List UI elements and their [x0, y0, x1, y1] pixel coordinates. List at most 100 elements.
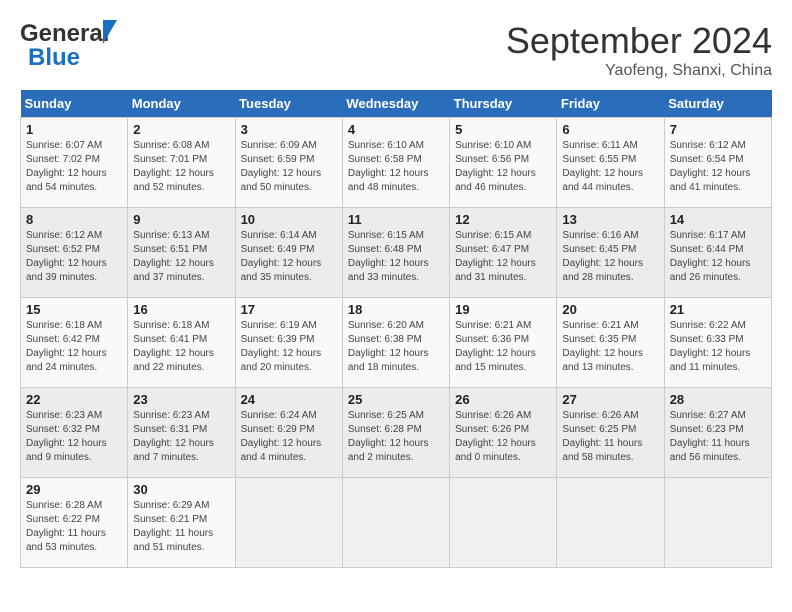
day-number: 26 [455, 392, 551, 407]
header-friday: Friday [557, 90, 664, 118]
day-number: 17 [241, 302, 337, 317]
calendar-cell: 27 Sunrise: 6:26 AMSunset: 6:25 PMDaylig… [557, 388, 664, 478]
calendar-table: SundayMondayTuesdayWednesdayThursdayFrid… [20, 90, 772, 568]
day-number: 20 [562, 302, 658, 317]
calendar-cell: 16 Sunrise: 6:18 AMSunset: 6:41 PMDaylig… [128, 298, 235, 388]
calendar-cell: 20 Sunrise: 6:21 AMSunset: 6:35 PMDaylig… [557, 298, 664, 388]
day-detail: Sunrise: 6:08 AMSunset: 7:01 PMDaylight:… [133, 140, 214, 193]
logo: General Blue [20, 20, 113, 72]
day-detail: Sunrise: 6:18 AMSunset: 6:42 PMDaylight:… [26, 320, 107, 373]
calendar-week-row: 15 Sunrise: 6:18 AMSunset: 6:42 PMDaylig… [21, 298, 772, 388]
calendar-cell: 3 Sunrise: 6:09 AMSunset: 6:59 PMDayligh… [235, 118, 342, 208]
day-detail: Sunrise: 6:20 AMSunset: 6:38 PMDaylight:… [348, 320, 429, 373]
calendar-cell: 19 Sunrise: 6:21 AMSunset: 6:36 PMDaylig… [450, 298, 557, 388]
day-detail: Sunrise: 6:19 AMSunset: 6:39 PMDaylight:… [241, 320, 322, 373]
calendar-cell: 11 Sunrise: 6:15 AMSunset: 6:48 PMDaylig… [342, 208, 449, 298]
calendar-cell [235, 478, 342, 568]
calendar-cell: 26 Sunrise: 6:26 AMSunset: 6:26 PMDaylig… [450, 388, 557, 478]
calendar-week-row: 1 Sunrise: 6:07 AMSunset: 7:02 PMDayligh… [21, 118, 772, 208]
calendar-cell: 30 Sunrise: 6:29 AMSunset: 6:21 PMDaylig… [128, 478, 235, 568]
day-number: 25 [348, 392, 444, 407]
calendar-cell: 5 Sunrise: 6:10 AMSunset: 6:56 PMDayligh… [450, 118, 557, 208]
calendar-cell: 25 Sunrise: 6:25 AMSunset: 6:28 PMDaylig… [342, 388, 449, 478]
day-detail: Sunrise: 6:11 AMSunset: 6:55 PMDaylight:… [562, 140, 643, 193]
logo-general: General [20, 20, 109, 47]
day-detail: Sunrise: 6:23 AMSunset: 6:31 PMDaylight:… [133, 410, 214, 463]
calendar-cell: 14 Sunrise: 6:17 AMSunset: 6:44 PMDaylig… [664, 208, 771, 298]
day-detail: Sunrise: 6:26 AMSunset: 6:26 PMDaylight:… [455, 410, 536, 463]
calendar-cell: 6 Sunrise: 6:11 AMSunset: 6:55 PMDayligh… [557, 118, 664, 208]
day-detail: Sunrise: 6:25 AMSunset: 6:28 PMDaylight:… [348, 410, 429, 463]
logo-blue: Blue [28, 44, 80, 72]
day-detail: Sunrise: 6:27 AMSunset: 6:23 PMDaylight:… [670, 410, 750, 463]
calendar-cell: 9 Sunrise: 6:13 AMSunset: 6:51 PMDayligh… [128, 208, 235, 298]
day-detail: Sunrise: 6:10 AMSunset: 6:56 PMDaylight:… [455, 140, 536, 193]
day-number: 3 [241, 122, 337, 137]
calendar-cell [664, 478, 771, 568]
day-detail: Sunrise: 6:14 AMSunset: 6:49 PMDaylight:… [241, 230, 322, 283]
day-number: 19 [455, 302, 551, 317]
day-detail: Sunrise: 6:15 AMSunset: 6:48 PMDaylight:… [348, 230, 429, 283]
calendar-cell: 24 Sunrise: 6:24 AMSunset: 6:29 PMDaylig… [235, 388, 342, 478]
day-number: 22 [26, 392, 122, 407]
day-number: 10 [241, 212, 337, 227]
day-number: 15 [26, 302, 122, 317]
day-detail: Sunrise: 6:21 AMSunset: 6:36 PMDaylight:… [455, 320, 536, 373]
calendar-cell: 22 Sunrise: 6:23 AMSunset: 6:32 PMDaylig… [21, 388, 128, 478]
day-number: 14 [670, 212, 766, 227]
day-number: 12 [455, 212, 551, 227]
day-number: 6 [562, 122, 658, 137]
day-number: 9 [133, 212, 229, 227]
calendar-cell: 13 Sunrise: 6:16 AMSunset: 6:45 PMDaylig… [557, 208, 664, 298]
day-detail: Sunrise: 6:10 AMSunset: 6:58 PMDaylight:… [348, 140, 429, 193]
day-detail: Sunrise: 6:21 AMSunset: 6:35 PMDaylight:… [562, 320, 643, 373]
calendar-cell [450, 478, 557, 568]
day-number: 7 [670, 122, 766, 137]
day-number: 16 [133, 302, 229, 317]
day-number: 2 [133, 122, 229, 137]
day-number: 4 [348, 122, 444, 137]
day-detail: Sunrise: 6:07 AMSunset: 7:02 PMDaylight:… [26, 140, 107, 193]
day-detail: Sunrise: 6:13 AMSunset: 6:51 PMDaylight:… [133, 230, 214, 283]
calendar-week-row: 8 Sunrise: 6:12 AMSunset: 6:52 PMDayligh… [21, 208, 772, 298]
day-detail: Sunrise: 6:26 AMSunset: 6:25 PMDaylight:… [562, 410, 642, 463]
day-number: 5 [455, 122, 551, 137]
day-number: 29 [26, 482, 122, 497]
header-saturday: Saturday [664, 90, 771, 118]
calendar-cell: 28 Sunrise: 6:27 AMSunset: 6:23 PMDaylig… [664, 388, 771, 478]
day-number: 24 [241, 392, 337, 407]
calendar-cell: 2 Sunrise: 6:08 AMSunset: 7:01 PMDayligh… [128, 118, 235, 208]
day-number: 1 [26, 122, 122, 137]
month-title: September 2024 [506, 20, 772, 62]
day-number: 21 [670, 302, 766, 317]
calendar-cell: 4 Sunrise: 6:10 AMSunset: 6:58 PMDayligh… [342, 118, 449, 208]
day-detail: Sunrise: 6:24 AMSunset: 6:29 PMDaylight:… [241, 410, 322, 463]
calendar-cell: 23 Sunrise: 6:23 AMSunset: 6:31 PMDaylig… [128, 388, 235, 478]
day-detail: Sunrise: 6:12 AMSunset: 6:52 PMDaylight:… [26, 230, 107, 283]
day-detail: Sunrise: 6:28 AMSunset: 6:22 PMDaylight:… [26, 500, 106, 553]
calendar-cell: 12 Sunrise: 6:15 AMSunset: 6:47 PMDaylig… [450, 208, 557, 298]
header-tuesday: Tuesday [235, 90, 342, 118]
day-detail: Sunrise: 6:18 AMSunset: 6:41 PMDaylight:… [133, 320, 214, 373]
calendar-cell: 8 Sunrise: 6:12 AMSunset: 6:52 PMDayligh… [21, 208, 128, 298]
calendar-cell: 10 Sunrise: 6:14 AMSunset: 6:49 PMDaylig… [235, 208, 342, 298]
day-number: 8 [26, 212, 122, 227]
day-detail: Sunrise: 6:15 AMSunset: 6:47 PMDaylight:… [455, 230, 536, 283]
day-detail: Sunrise: 6:29 AMSunset: 6:21 PMDaylight:… [133, 500, 213, 553]
calendar-cell: 1 Sunrise: 6:07 AMSunset: 7:02 PMDayligh… [21, 118, 128, 208]
calendar-header-row: SundayMondayTuesdayWednesdayThursdayFrid… [21, 90, 772, 118]
calendar-cell: 29 Sunrise: 6:28 AMSunset: 6:22 PMDaylig… [21, 478, 128, 568]
day-number: 13 [562, 212, 658, 227]
day-detail: Sunrise: 6:09 AMSunset: 6:59 PMDaylight:… [241, 140, 322, 193]
calendar-week-row: 22 Sunrise: 6:23 AMSunset: 6:32 PMDaylig… [21, 388, 772, 478]
calendar-cell: 7 Sunrise: 6:12 AMSunset: 6:54 PMDayligh… [664, 118, 771, 208]
day-detail: Sunrise: 6:12 AMSunset: 6:54 PMDaylight:… [670, 140, 751, 193]
calendar-cell [342, 478, 449, 568]
title-area: September 2024 Yaofeng, Shanxi, China [506, 20, 772, 80]
header-monday: Monday [128, 90, 235, 118]
header-sunday: Sunday [21, 90, 128, 118]
day-number: 23 [133, 392, 229, 407]
calendar-week-row: 29 Sunrise: 6:28 AMSunset: 6:22 PMDaylig… [21, 478, 772, 568]
header-wednesday: Wednesday [342, 90, 449, 118]
calendar-cell: 21 Sunrise: 6:22 AMSunset: 6:33 PMDaylig… [664, 298, 771, 388]
